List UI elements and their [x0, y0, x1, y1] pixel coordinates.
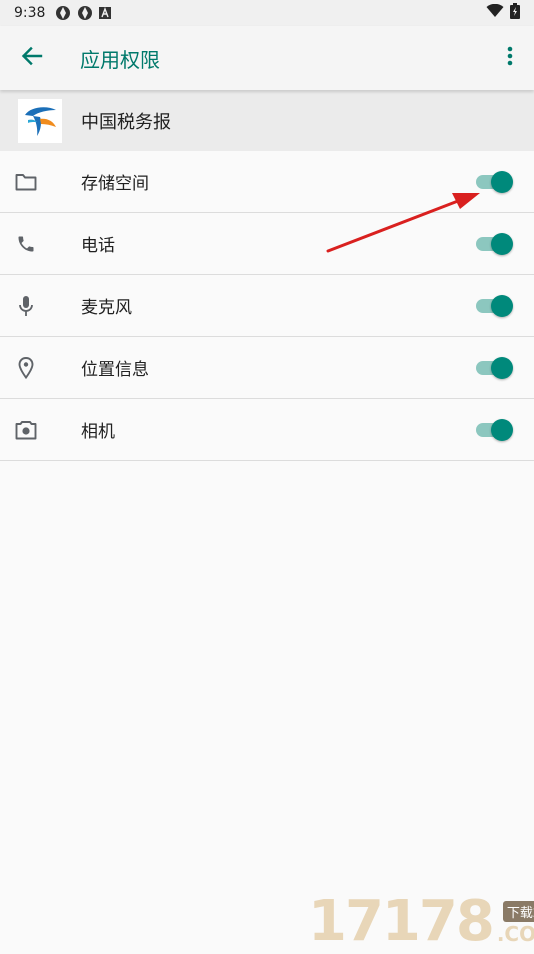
- status-bar: 9:38: [0, 0, 534, 26]
- back-button[interactable]: [0, 26, 64, 90]
- toggle-thumb: [491, 232, 513, 255]
- permission-row-microphone[interactable]: 麦克风: [0, 275, 534, 337]
- permission-label: 电话: [81, 236, 115, 256]
- aperture-icon: [55, 5, 71, 21]
- app-header: 中国税务报: [0, 90, 534, 151]
- app-bar: 应用权限: [0, 26, 534, 90]
- microphone-icon: [0, 295, 52, 317]
- more-vert-icon: [507, 46, 513, 70]
- toggle-thumb: [491, 294, 513, 317]
- permission-list: 存储空间 电话 麦克风 位置信息 相机: [0, 151, 534, 461]
- battery-charging-icon: [510, 3, 520, 23]
- status-time: 9:38: [14, 5, 46, 21]
- page-title: 应用权限: [80, 47, 160, 72]
- toggle-thumb: [491, 356, 513, 379]
- watermark-suffix: .COM: [496, 922, 534, 946]
- more-options-button[interactable]: [486, 26, 534, 90]
- permission-row-phone[interactable]: 电话: [0, 213, 534, 275]
- watermark-side: 下载站 .COM: [497, 901, 534, 946]
- permission-label: 相机: [81, 422, 115, 442]
- permission-toggle-camera[interactable]: [474, 418, 514, 442]
- permission-toggle-location[interactable]: [474, 356, 514, 380]
- status-right-icons: [486, 3, 520, 23]
- toggle-thumb: [491, 170, 513, 193]
- camera-icon: [0, 420, 52, 440]
- watermark-digits: 17178: [308, 889, 495, 954]
- toggle-thumb: [491, 418, 513, 441]
- permission-row-location[interactable]: 位置信息: [0, 337, 534, 399]
- permission-label: 存储空间: [81, 174, 149, 194]
- wifi-icon: [486, 3, 504, 22]
- folder-icon: [0, 173, 52, 191]
- app-logo: [18, 98, 62, 143]
- permission-label: 位置信息: [81, 360, 149, 380]
- permission-row-camera[interactable]: 相机: [0, 399, 534, 461]
- aperture-icon: [77, 5, 93, 21]
- permission-toggle-microphone[interactable]: [474, 294, 514, 318]
- phone-icon: [0, 234, 52, 254]
- arrow-left-icon: [21, 45, 43, 71]
- watermark: 17178 下载站 .COM: [308, 888, 534, 950]
- location-pin-icon: [0, 356, 52, 379]
- app-name: 中国税务报: [81, 111, 171, 133]
- permission-toggle-storage[interactable]: [474, 170, 514, 194]
- watermark-badge: 下载站: [502, 901, 534, 922]
- permission-label: 麦克风: [81, 298, 132, 318]
- permission-toggle-phone[interactable]: [474, 232, 514, 256]
- permission-row-storage[interactable]: 存储空间: [0, 151, 534, 213]
- text-a-icon: [99, 7, 112, 19]
